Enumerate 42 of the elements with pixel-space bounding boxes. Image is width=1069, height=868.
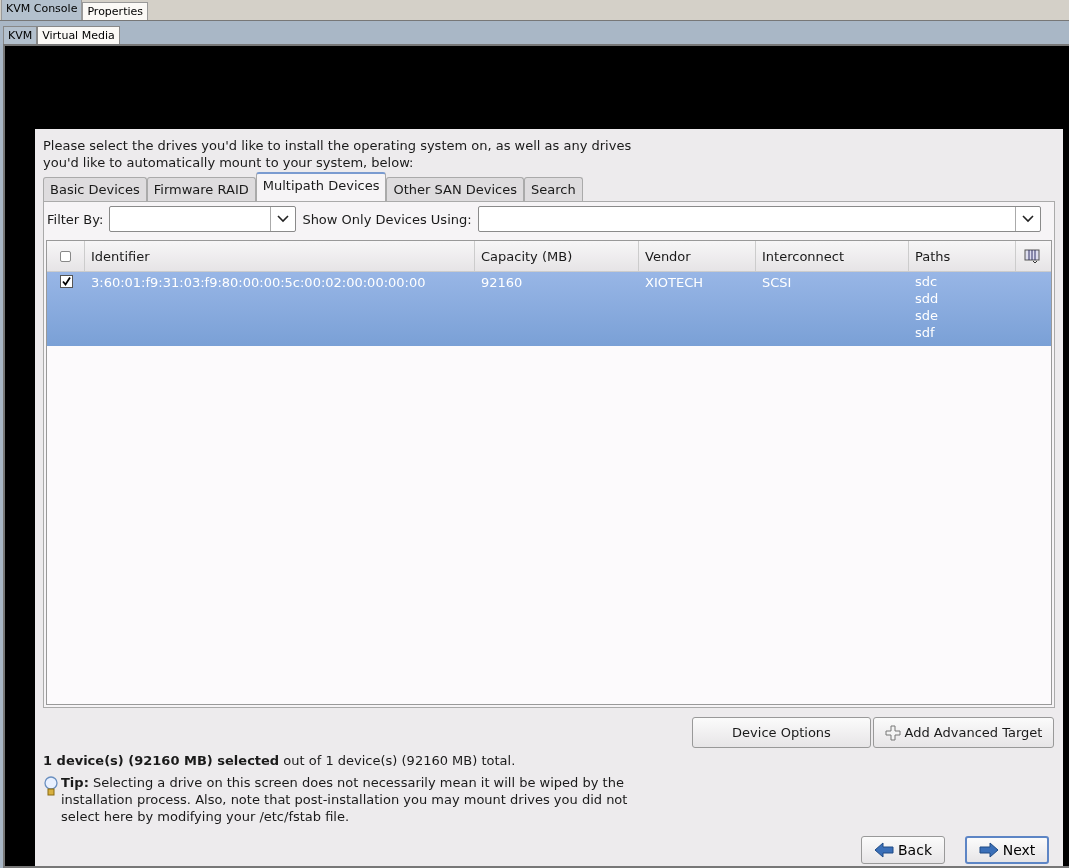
- table-cell: 92160: [481, 275, 523, 290]
- console-tab[interactable]: Properties: [82, 2, 148, 20]
- column-header[interactable]: Interconnect: [756, 241, 909, 271]
- table-cell-text: sdc: [915, 273, 939, 290]
- chevron-down-icon: [277, 215, 290, 223]
- filter-label: Filter By:: [47, 211, 104, 227]
- table-cell-text: sdf: [915, 324, 936, 341]
- device-tab[interactable]: Basic Devices: [43, 177, 147, 201]
- selection-summary: 1 device(s) (92160 MB) selected out of 1 device(s) (92160 MB) total.: [43, 753, 517, 768]
- columns-icon[interactable]: [1023, 248, 1040, 264]
- row-checkbox[interactable]: [59, 275, 73, 288]
- plus-icon: [884, 724, 901, 741]
- console-tab[interactable]: KVM Console: [1, 0, 83, 20]
- filter-combo[interactable]: [477, 206, 1041, 232]
- column-header[interactable]: Vendor: [639, 241, 756, 271]
- chevron-down-icon: [1021, 215, 1034, 223]
- device-tab[interactable]: Search: [524, 177, 583, 201]
- table-cell: XIOTECH: [645, 275, 703, 290]
- back-button[interactable]: Back: [861, 836, 945, 864]
- add-target-button[interactable]: Add Advanced Target: [873, 717, 1054, 748]
- instruction-text: Please select the drives you'd like to install the operating system on, as well as any drives you'd like to automatically mount to your system, below:: [43, 137, 633, 171]
- filter-label: Show Only Devices Using:: [302, 211, 472, 227]
- filter-combo[interactable]: [109, 206, 297, 232]
- table-cell: 3:60:01:f9:31:03:f9:80:00:00:5c:00:02:00:00:00:00: [91, 275, 426, 290]
- column-header[interactable]: Identifier: [85, 241, 475, 271]
- tip-text: Tip: Selecting a drive on this screen does not necessarily mean it will be wiped by the installation process. Also, note that post-installation you may mount drives you did not select here by modifying your /etc/fstab file.: [61, 774, 629, 825]
- column-header[interactable]: Capacity (MB): [475, 241, 639, 271]
- options-button[interactable]: Device Options: [692, 717, 871, 748]
- lightbulb-icon: [43, 776, 59, 798]
- device-tab[interactable]: Other SAN Devices: [386, 177, 524, 201]
- table-cell-text: sde: [915, 307, 940, 324]
- table-cell-text: sdd: [915, 290, 940, 307]
- arrow-right-icon: [978, 842, 999, 858]
- view-tab[interactable]: KVM: [3, 26, 38, 44]
- arrow-left-icon: [874, 842, 894, 858]
- device-tab[interactable]: Firmware RAID: [146, 177, 256, 201]
- view-tab[interactable]: Virtual Media: [37, 26, 120, 44]
- device-tab[interactable]: Multipath Devices: [255, 172, 387, 201]
- table-cell: SCSI: [762, 275, 792, 290]
- next-button[interactable]: Next: [965, 836, 1049, 864]
- column-header[interactable]: Paths: [909, 241, 1016, 271]
- select-all-checkbox[interactable]: [60, 250, 71, 262]
